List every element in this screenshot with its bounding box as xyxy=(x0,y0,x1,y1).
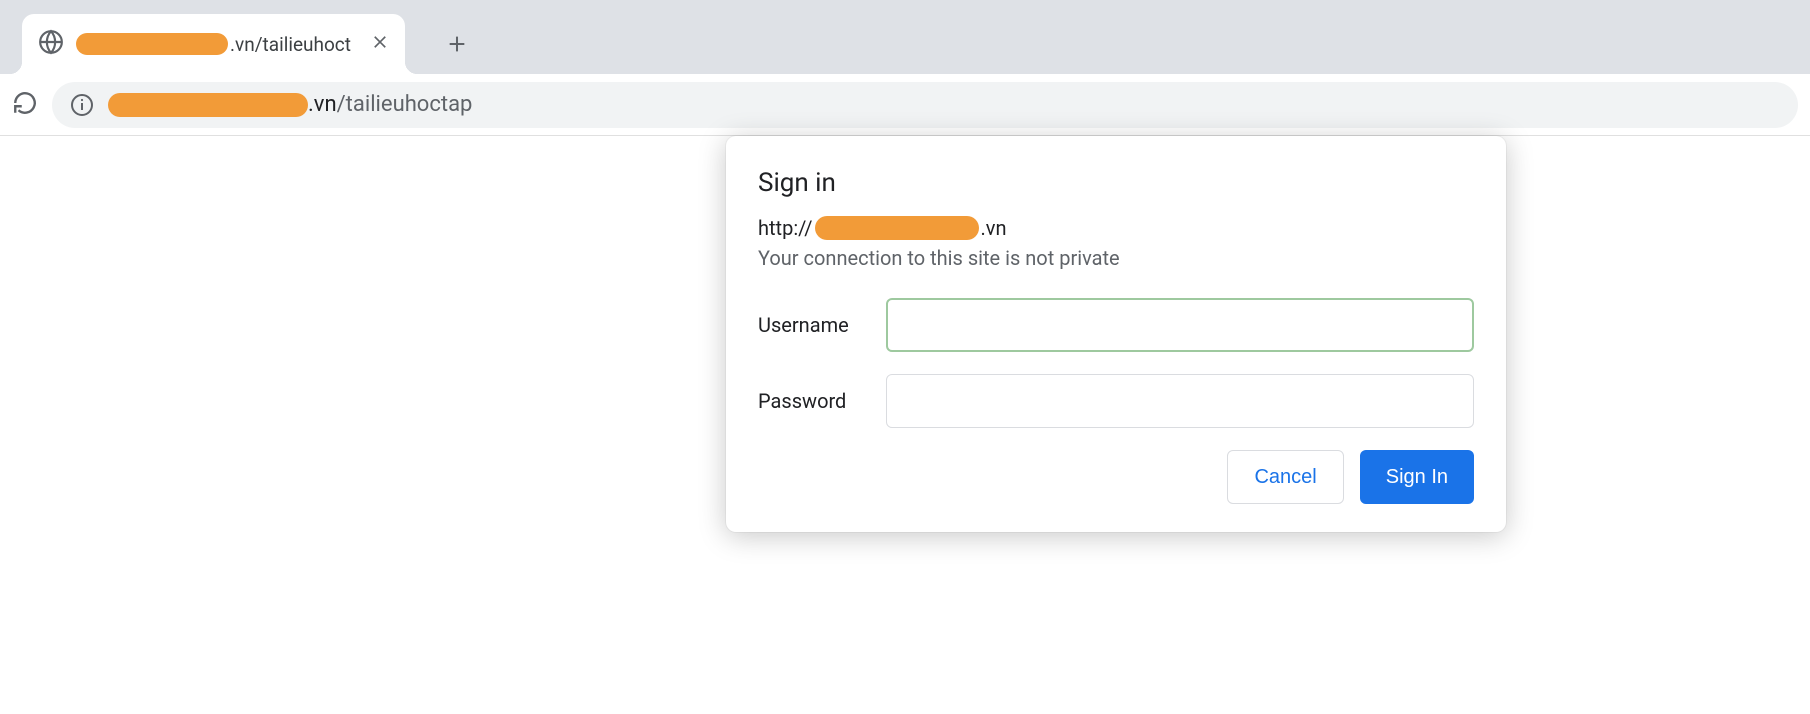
dialog-button-row: Cancel Sign In xyxy=(758,450,1474,504)
http-auth-dialog: Sign in http:// .vn Your connection to t… xyxy=(726,136,1506,532)
password-input[interactable] xyxy=(886,374,1474,428)
close-tab-icon[interactable] xyxy=(363,33,389,55)
url-domain-suffix: .vn xyxy=(308,92,337,117)
site-info-icon[interactable] xyxy=(70,93,94,117)
password-row: Password xyxy=(758,374,1474,428)
new-tab-button[interactable] xyxy=(435,22,479,66)
origin-scheme: http:// xyxy=(758,216,813,240)
url-path: /tailieuhoctap xyxy=(337,92,473,117)
username-label: Username xyxy=(758,313,886,337)
tab-title-text: .vn/tailieuhoct xyxy=(230,33,351,56)
globe-icon xyxy=(38,29,64,59)
browser-tab[interactable]: .vn/tailieuhoct xyxy=(22,14,405,74)
redacted-pill xyxy=(108,93,308,117)
redacted-pill xyxy=(76,33,228,55)
tab-bar: .vn/tailieuhoct xyxy=(0,0,1810,74)
dialog-title: Sign in xyxy=(758,168,1474,198)
dialog-warning: Your connection to this site is not priv… xyxy=(758,246,1474,270)
url-text: .vn /tailieuhoctap xyxy=(108,92,472,117)
cancel-button[interactable]: Cancel xyxy=(1227,450,1343,504)
dialog-origin: http:// .vn xyxy=(758,216,1474,240)
sign-in-button[interactable]: Sign In xyxy=(1360,450,1474,504)
page-content: Sign in http:// .vn Your connection to t… xyxy=(0,136,1810,714)
reload-icon[interactable] xyxy=(12,90,38,120)
address-bar[interactable]: .vn /tailieuhoctap xyxy=(52,82,1798,128)
tab-title: .vn/tailieuhoct xyxy=(76,33,351,56)
toolbar: .vn /tailieuhoctap xyxy=(0,74,1810,136)
browser-chrome: .vn/tailieuhoct xyxy=(0,0,1810,136)
origin-suffix: .vn xyxy=(981,216,1007,240)
username-input[interactable] xyxy=(886,298,1474,352)
redacted-pill xyxy=(815,216,979,240)
password-label: Password xyxy=(758,389,886,413)
username-row: Username xyxy=(758,298,1474,352)
